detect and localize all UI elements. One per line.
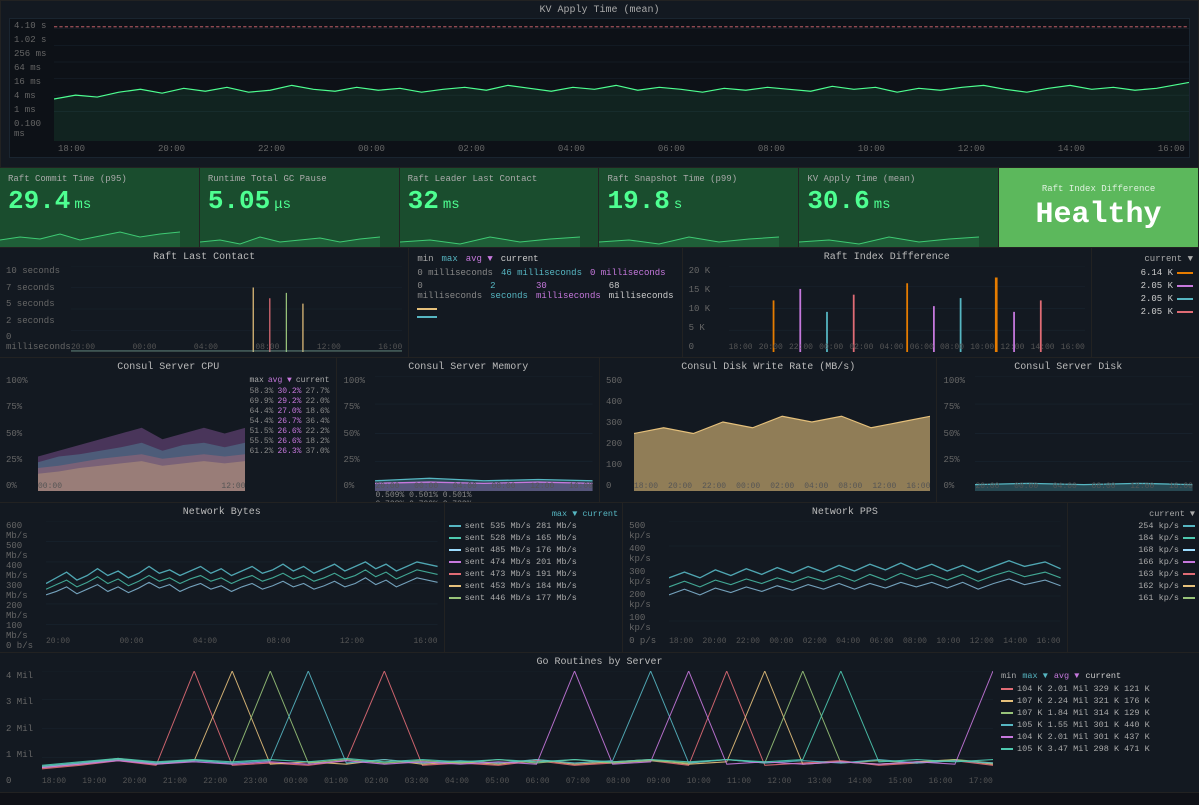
- chart-plot-area: [54, 19, 1189, 141]
- network-pps-title: Network PPS: [629, 507, 1061, 518]
- x-axis-labels: 18:00 20:00 22:00 00:00 02:00 04:00 06:0…: [54, 141, 1189, 157]
- stat-gc-pause: Runtime Total GC Pause 5.05 μs: [200, 168, 400, 247]
- raft-last-contact-panel: Raft Last Contact 10 seconds 7 seconds 5…: [0, 248, 409, 357]
- consul-cpu-panel: Consul Server CPU 100% 75% 50% 25% 0%: [0, 358, 337, 502]
- consul-server-disk-panel: Consul Server Disk 100% 75% 50% 25% 0%: [937, 358, 1199, 502]
- go-routines-panel: Go Routines by Server 4 Mil 3 Mil 2 Mil …: [0, 653, 1199, 793]
- stat-value-raft-leader: 32: [408, 188, 439, 214]
- raft-index-diff-panel: Raft Index Difference 20 K 15 K 10 K 5 K…: [683, 248, 1092, 357]
- stats-row: Raft Commit Time (p95) 29.4 ms Runtime T…: [0, 168, 1199, 248]
- stat-label-raft-leader: Raft Leader Last Contact: [408, 174, 591, 184]
- y-axis-labels: 4.10 s 1.02 s 256 ms 64 ms 16 ms 4 ms 1 …: [10, 19, 54, 141]
- raft-index-title: Raft Index Difference: [689, 252, 1085, 263]
- network-row: Network Bytes 600 Mb/s 500 Mb/s 400 Mb/s…: [0, 503, 1199, 653]
- stat-value-gc-pause: 5.05: [208, 188, 270, 214]
- stat-label-raft-index: Raft Index Difference: [1042, 184, 1155, 194]
- stat-kv-apply-mean: KV Apply Time (mean) 30.6 ms: [799, 168, 999, 247]
- consul-disk-write-title: Consul Disk Write Rate (MB/s): [606, 362, 930, 373]
- kv-apply-time-title: KV Apply Time (mean): [9, 5, 1190, 16]
- consul-disk-write-panel: Consul Disk Write Rate (MB/s) 500 400 30…: [600, 358, 937, 502]
- raft-middle-row: Raft Last Contact 10 seconds 7 seconds 5…: [0, 248, 1199, 358]
- raft-contact-stats: min max avg ▼ current 0 milliseconds 46 …: [409, 248, 682, 357]
- raft-index-legend: current ▼ 6.14 K 2.05 K 2.05 K 2.05 K: [1092, 248, 1199, 357]
- consul-memory-title: Consul Server Memory: [343, 362, 593, 373]
- go-routines-legend: min max ▼ avg ▼ current 104 K 2.01 Mil 3…: [993, 671, 1193, 786]
- stat-label-gc-pause: Runtime Total GC Pause: [208, 174, 391, 184]
- consul-row: Consul Server CPU 100% 75% 50% 25% 0%: [0, 358, 1199, 503]
- network-bytes-title: Network Bytes: [6, 507, 438, 518]
- stat-raft-leader: Raft Leader Last Contact 32 ms: [400, 168, 600, 247]
- stat-raft-snapshot: Raft Snapshot Time (p99) 19.8 s: [599, 168, 799, 247]
- network-pps-legend: current ▼ 254 kp/s 184 kp/s 168 kp/s 166…: [1068, 503, 1199, 652]
- raft-y-labels: 10 seconds 7 seconds 5 seconds 2 seconds…: [6, 266, 71, 352]
- go-routines-title: Go Routines by Server: [6, 657, 1193, 668]
- stat-label-raft-commit: Raft Commit Time (p95): [8, 174, 191, 184]
- stat-label-raft-snapshot: Raft Snapshot Time (p99): [607, 174, 790, 184]
- consul-cpu-title: Consul Server CPU: [6, 362, 330, 373]
- stat-value-raft-snapshot: 19.8: [607, 188, 669, 214]
- stat-unit-gc-pause: μs: [274, 197, 291, 213]
- stat-unit-raft-leader: ms: [443, 197, 460, 213]
- network-pps-panel: Network PPS 500 kp/s 400 kp/s 300 kp/s 2…: [623, 503, 1068, 652]
- stat-unit-raft-commit: ms: [74, 197, 91, 213]
- stat-value-raft-commit: 29.4: [8, 188, 70, 214]
- stat-raft-commit-time: Raft Commit Time (p95) 29.4 ms: [0, 168, 200, 247]
- consul-server-disk-title: Consul Server Disk: [943, 362, 1193, 373]
- network-bytes-panel: Network Bytes 600 Mb/s 500 Mb/s 400 Mb/s…: [0, 503, 445, 652]
- raft-last-contact-title: Raft Last Contact: [6, 252, 402, 263]
- stat-raft-index-healthy: Raft Index Difference Healthy: [999, 168, 1199, 247]
- stat-unit-kv-apply: ms: [874, 197, 891, 213]
- kv-apply-time-section: KV Apply Time (mean) 4.10 s 1.02 s 256 m…: [0, 0, 1199, 168]
- stat-value-kv-apply: 30.6: [807, 188, 869, 214]
- stat-label-kv-apply: KV Apply Time (mean): [807, 174, 990, 184]
- raft-chart-area: 20:00 00:00 04:00 08:00 12:00 16:00: [71, 266, 402, 352]
- stat-value-healthy: Healthy: [1036, 198, 1162, 232]
- raft-x-labels: 20:00 00:00 04:00 08:00 12:00 16:00: [71, 343, 402, 352]
- kv-apply-time-chart: 4.10 s 1.02 s 256 ms 64 ms 16 ms 4 ms 1 …: [9, 18, 1190, 158]
- raft-last-contact-content: 10 seconds 7 seconds 5 seconds 2 seconds…: [6, 266, 402, 352]
- network-bytes-legend: max ▼ current sent 535 Mb/s 281 Mb/s sen…: [445, 503, 624, 652]
- dashboard: KV Apply Time (mean) 4.10 s 1.02 s 256 m…: [0, 0, 1199, 805]
- consul-memory-panel: Consul Server Memory 100% 75% 50% 25% 0%: [337, 358, 600, 502]
- stat-unit-raft-snapshot: s: [674, 197, 682, 213]
